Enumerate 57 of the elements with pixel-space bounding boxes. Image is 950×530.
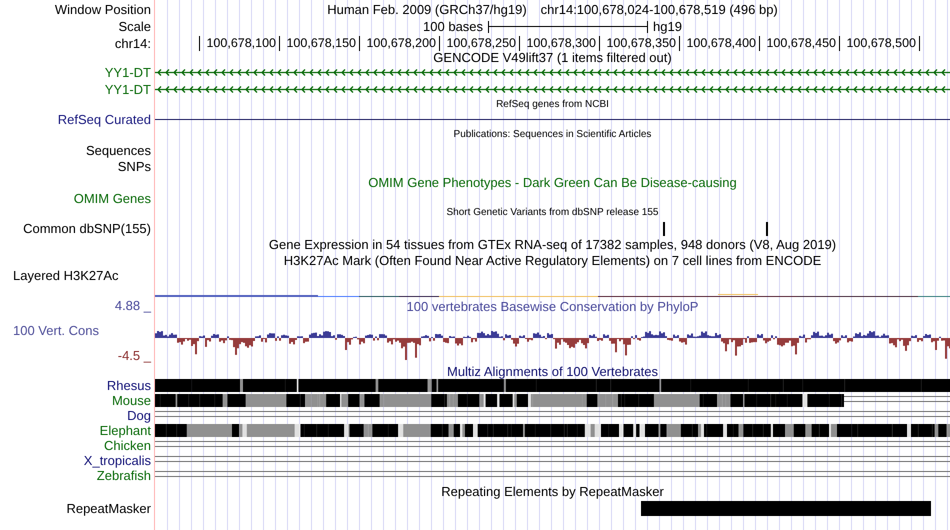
ruler-label: 100,678,300 — [525, 36, 597, 50]
ruler-tick — [679, 36, 680, 50]
species-label: Mouse — [112, 394, 151, 407]
ruler-tick — [199, 36, 200, 50]
track-title: Repeating Elements by RepeatMasker — [441, 485, 664, 498]
track-label: Common dbSNP(155) — [23, 222, 151, 234]
track-title: Publications: Sequences in Scientific Articles — [454, 130, 652, 140]
ruler-tick — [439, 36, 440, 50]
ruler-tick — [599, 36, 600, 50]
ruler-tick — [919, 36, 920, 50]
variant-tick — [766, 222, 768, 236]
species-label: Zebrafish — [96, 469, 151, 482]
ruler-tick — [279, 36, 280, 50]
track-title: 100 vertebrates Basewise Conservation by PhyloP — [406, 298, 698, 314]
track-title: Short Genetic Variants from dbSNP release 155 — [446, 208, 658, 218]
species-label: Rhesus — [106, 379, 151, 392]
scale-label: 100 bases — [423, 20, 484, 33]
track-label: OMIM Genes — [74, 192, 151, 205]
track-label: YY1-DT — [104, 83, 151, 96]
track-label: SNPs — [118, 160, 151, 172]
ruler-tick — [359, 36, 360, 50]
ruler-tick — [839, 36, 840, 50]
ruler-tick — [519, 36, 520, 50]
track-label: RefSeq Curated — [58, 113, 151, 126]
track-label: 4.88 _ — [114, 299, 151, 313]
track-label: chr14: — [114, 36, 151, 50]
species-label: Dog — [127, 409, 151, 422]
ruler-label: 100,678,150 — [285, 36, 357, 50]
track-label: YY1-DT — [104, 66, 151, 79]
track-label: RepeatMasker — [66, 502, 151, 514]
species-label: Elephant — [100, 424, 151, 437]
track-title: RefSeq genes from NCBI — [496, 100, 609, 110]
ruler-label: 100,678,200 — [365, 36, 437, 50]
track-label: Sequences — [86, 144, 151, 156]
track-label: Layered H3K27Ac — [13, 268, 119, 282]
ruler-label: 100,678,250 — [445, 36, 517, 50]
ruler-label: 100,678,400 — [685, 36, 757, 50]
track-title: OMIM Gene Phenotypes - Dark Green Can Be Disease-causing — [368, 176, 737, 189]
position-text: chr14:100,678,024-100,678,519 (496 bp) — [540, 2, 778, 16]
ruler-label: 100,678,450 — [765, 36, 837, 50]
species-label: X_tropicalis — [84, 454, 151, 467]
ruler-label: 100,678,350 — [605, 36, 677, 50]
species-label: Chicken — [104, 439, 151, 452]
track-label: 100 Vert. Cons — [13, 324, 99, 338]
track-label: Window Position — [54, 2, 151, 16]
track-title: GENCODE V49lift37 (1 items filtered out) — [433, 51, 672, 64]
assembly-label: hg19 — [653, 20, 682, 33]
track-title: Gene Expression in 54 tissues from GTEx RNA-seq of 17382 samples, 948 donors (V8, Aug 2019) — [268, 238, 836, 250]
track-title: Multiz Alignments of 100 Vertebrates — [446, 364, 658, 378]
ruler-label: 100,678,500 — [845, 36, 917, 50]
ruler-tick — [759, 36, 760, 50]
variant-tick — [663, 222, 665, 236]
assembly-title: Human Feb. 2009 (GRCh37/hg19) — [327, 2, 527, 16]
ruler-label: 100,678,100 — [205, 36, 277, 50]
track-title: H3K27Ac Mark (Often Found Near Active Regulatory Elements) on 7 cell lines from ENCODE — [284, 254, 822, 266]
track-label: Scale — [118, 20, 151, 33]
track-label: -4.5 _ — [118, 349, 151, 363]
